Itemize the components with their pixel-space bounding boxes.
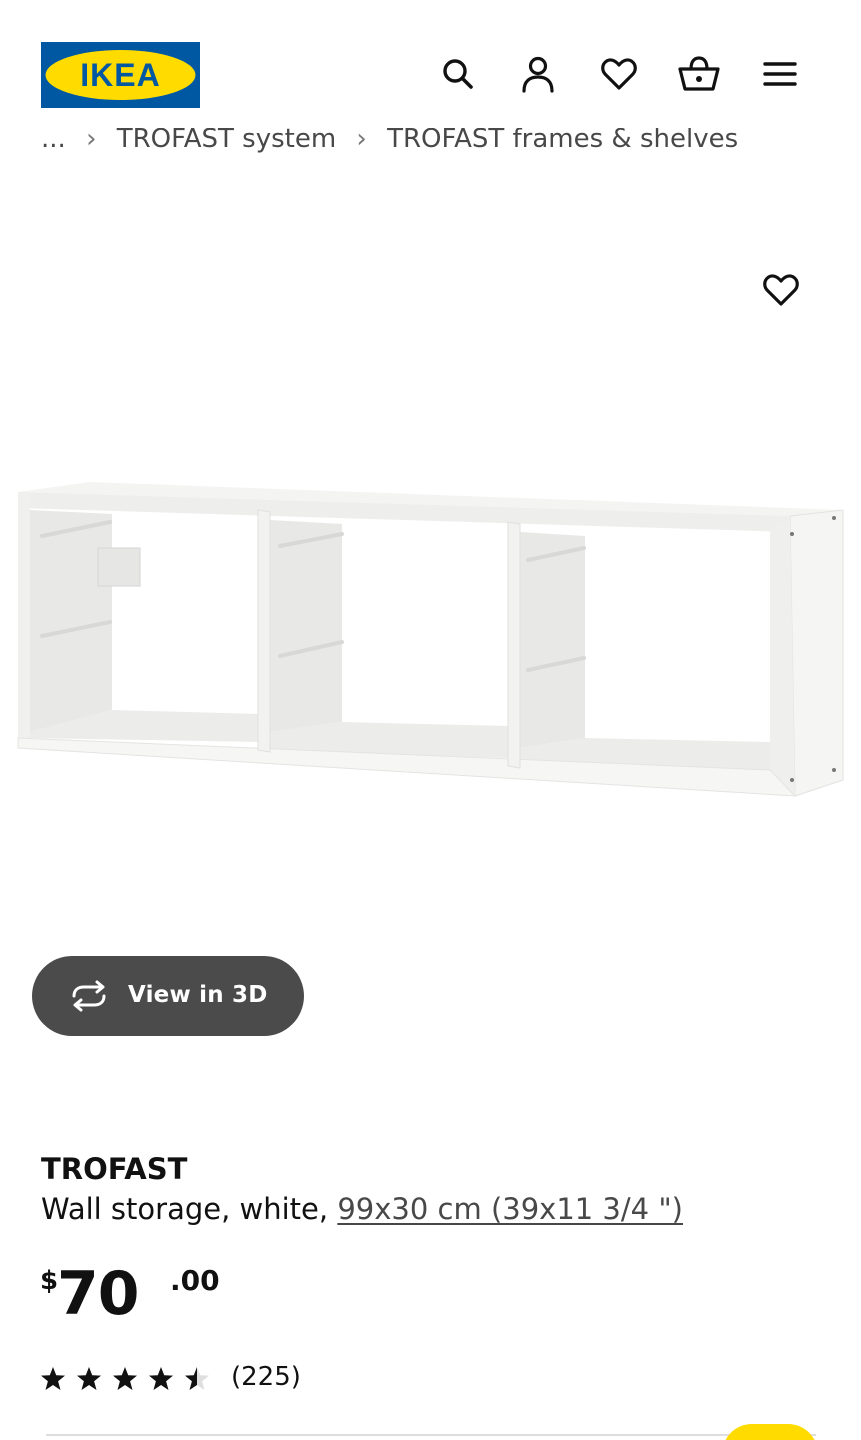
product-description-text: Wall storage, white,: [41, 1192, 329, 1226]
heart-icon: [763, 274, 799, 306]
product-page: IKEA ... › TROFAST system › TROFAST fram…: [0, 0, 861, 1440]
add-to-favourites-button[interactable]: [758, 267, 804, 313]
menu-icon: [763, 62, 797, 86]
product-rating[interactable]: (225): [40, 1360, 340, 1396]
heart-icon: [601, 58, 637, 90]
price-currency: $: [40, 1266, 59, 1296]
breadcrumb-item-more[interactable]: ...: [41, 124, 66, 154]
product-image: [17, 482, 844, 797]
star-icon: [41, 1367, 65, 1390]
view-in-3d-button[interactable]: View in 3D: [32, 956, 304, 1036]
menu-button[interactable]: [758, 52, 802, 96]
cart-button[interactable]: [677, 52, 721, 96]
floating-action-button[interactable]: [722, 1424, 818, 1440]
product-description: Wall storage, white, 99x30 cm (39x11 3/4…: [41, 1192, 683, 1226]
star-icon: [149, 1367, 173, 1390]
search-icon: [443, 59, 473, 89]
cart-icon: [678, 56, 720, 91]
star-icon: [113, 1367, 137, 1390]
price-decimal: .00: [170, 1264, 220, 1297]
divider: [46, 1434, 816, 1436]
rotate-3d-icon: [72, 980, 106, 1012]
chevron-right-icon: ›: [86, 124, 97, 154]
chevron-right-icon: ›: [356, 124, 367, 154]
rating-count[interactable]: (225): [231, 1362, 301, 1392]
product-size-link[interactable]: 99x30 cm (39x11 3/4 "): [337, 1192, 683, 1226]
header-icon-bar: [0, 52, 861, 98]
breadcrumb-item-system[interactable]: TROFAST system: [117, 124, 336, 154]
site-header: IKEA: [0, 0, 861, 128]
breadcrumb-item-frames[interactable]: TROFAST frames & shelves: [387, 124, 738, 154]
account-button[interactable]: [516, 52, 560, 96]
product-name: TROFAST: [41, 1152, 188, 1186]
search-button[interactable]: [436, 52, 480, 96]
star-icon: [77, 1367, 101, 1390]
favourites-button[interactable]: [597, 52, 641, 96]
user-icon: [522, 56, 554, 93]
star-icon: [185, 1367, 209, 1390]
price-integer: 70: [57, 1259, 139, 1329]
view-in-3d-label: View in 3D: [128, 982, 268, 1008]
breadcrumb: ... › TROFAST system › TROFAST frames & …: [41, 124, 761, 164]
